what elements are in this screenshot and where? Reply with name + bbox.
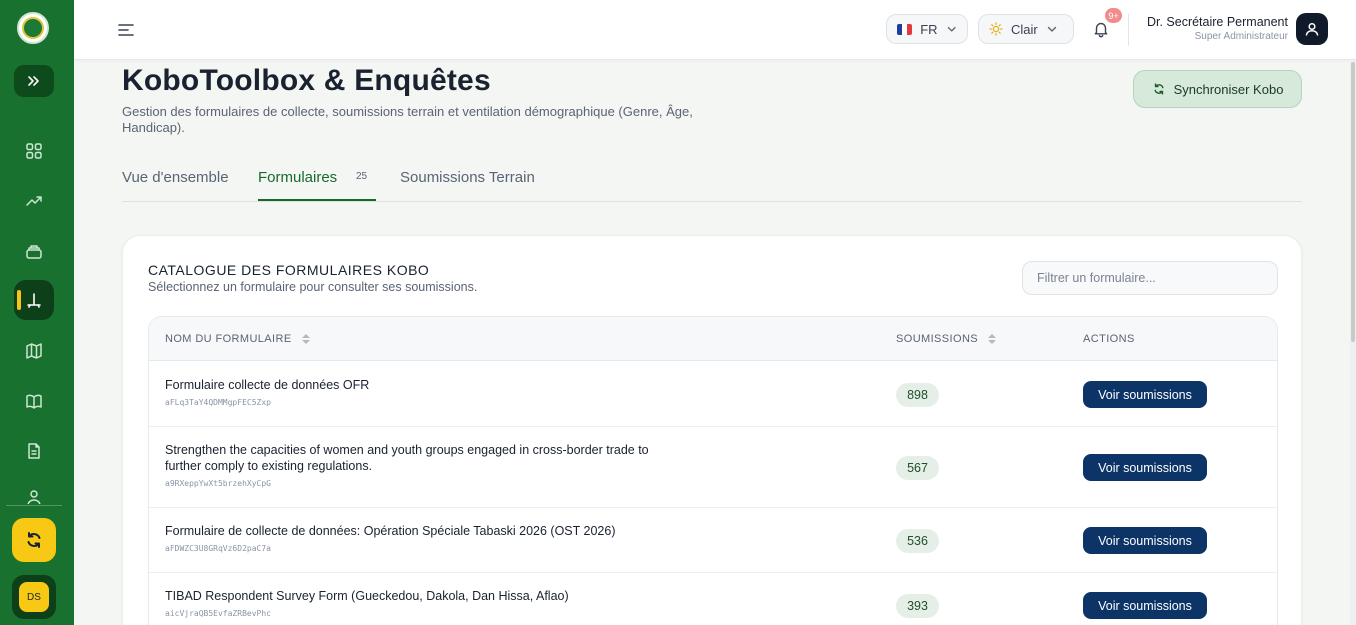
- tab-overview[interactable]: Vue d'ensemble: [122, 169, 229, 186]
- catalog-title: CATALOGUE DES FORMULAIRES KOBO: [148, 262, 430, 278]
- sidebar-sync-button[interactable]: [12, 518, 56, 562]
- sidebar-item-kobo[interactable]: [14, 280, 54, 320]
- user-icon: [1305, 22, 1319, 36]
- submission-count-badge: 393: [896, 594, 939, 618]
- sync-kobo-button[interactable]: Synchroniser Kobo: [1133, 70, 1302, 108]
- antenna-icon: [27, 293, 41, 308]
- sidebar-item-reports[interactable]: [14, 431, 54, 471]
- sidebar-item-archive[interactable]: [14, 231, 54, 271]
- chevron-down-icon: [1047, 26, 1056, 32]
- forms-catalog-card: CATALOGUE DES FORMULAIRES KOBO Sélection…: [122, 235, 1302, 625]
- submission-count-badge: 898: [896, 383, 939, 407]
- user-avatar-button[interactable]: [1296, 13, 1328, 45]
- tab-bar: Vue d'ensemble Formulaires 25 Soumission…: [122, 160, 1302, 202]
- layers-box-icon: [26, 245, 42, 259]
- sun-icon: [989, 22, 1003, 36]
- tab-forms[interactable]: Formulaires: [258, 169, 337, 186]
- language-label: FR: [920, 21, 938, 37]
- user-name: Dr. Secrétaire Permanent: [1146, 15, 1288, 29]
- view-submissions-button[interactable]: Voir soumissions: [1083, 527, 1207, 554]
- form-name: Strengthen the capacities of women and y…: [165, 443, 649, 473]
- table-row: TIBAD Respondent Survey Form (Gueckedou,…: [149, 573, 1277, 625]
- view-submissions-button[interactable]: Voir soumissions: [1083, 454, 1207, 481]
- user-role: Super Administrateur: [1194, 31, 1288, 42]
- topbar: FR Clair 9+ Dr. Secrétaire Permanent Sup…: [74, 0, 1356, 60]
- sidebar-item-library[interactable]: [14, 381, 54, 421]
- column-submissions-label: SOUMISSIONS: [896, 333, 979, 345]
- menu-icon: [118, 24, 134, 36]
- france-flag-icon: [897, 23, 913, 35]
- sidebar-divider: [6, 505, 62, 506]
- bell-icon: [1094, 22, 1108, 38]
- form-id: a9RXeppYwXt5brzehXyCpG: [165, 479, 271, 488]
- table-row: Strengthen the capacities of women and y…: [149, 427, 1277, 508]
- column-header-name[interactable]: NOM DU FORMULAIRE: [165, 333, 310, 345]
- submission-count-badge: 536: [896, 529, 939, 553]
- sidebar-item-dashboard[interactable]: [14, 131, 54, 171]
- page-scrollbar-thumb[interactable]: [1351, 62, 1355, 342]
- page-subtitle: Gestion des formulaires de collecte, sou…: [122, 104, 693, 135]
- sidebar: DS: [0, 0, 74, 625]
- topbar-divider: [1128, 14, 1129, 46]
- document-icon: [28, 443, 40, 459]
- tab-forms-count: 25: [356, 171, 368, 182]
- table-header: NOM DU FORMULAIRE SOUMISSIONS ACTIONS: [149, 317, 1277, 361]
- filter-forms-input[interactable]: [1022, 261, 1278, 295]
- form-id: aFLq3TaY4QDMMgpFEC5Zxp: [165, 398, 271, 407]
- app-logo[interactable]: [17, 12, 49, 44]
- view-submissions-button[interactable]: Voir soumissions: [1083, 592, 1207, 619]
- catalog-subtitle: Sélectionnez un formulaire pour consulte…: [148, 280, 478, 294]
- active-tab-indicator: [258, 199, 376, 201]
- theme-selector[interactable]: Clair: [978, 14, 1074, 44]
- tab-field-submissions[interactable]: Soumissions Terrain: [400, 169, 535, 186]
- expand-sidebar-button[interactable]: [14, 65, 54, 97]
- sidebar-user-avatar[interactable]: DS: [12, 575, 56, 619]
- menu-toggle-button[interactable]: [114, 18, 138, 42]
- column-header-submissions[interactable]: SOUMISSIONS: [896, 333, 997, 345]
- map-icon: [26, 343, 42, 359]
- form-id: aFDWZC3U8GRqVz6D2paC7a: [165, 544, 271, 553]
- sidebar-item-analytics[interactable]: [14, 181, 54, 221]
- column-header-actions: ACTIONS: [1083, 333, 1135, 345]
- double-chevron-right-icon: [28, 76, 39, 86]
- language-selector[interactable]: FR: [886, 14, 968, 44]
- view-submissions-button[interactable]: Voir soumissions: [1083, 381, 1207, 408]
- sort-icon: [301, 334, 310, 344]
- chevron-down-icon: [947, 26, 956, 32]
- forms-table: NOM DU FORMULAIRE SOUMISSIONS ACTIONS Fo…: [148, 316, 1278, 625]
- form-name: Formulaire de collecte de données: Opéra…: [165, 524, 616, 538]
- table-row: Formulaire de collecte de données: Opéra…: [149, 508, 1277, 573]
- users-icon: [27, 490, 41, 504]
- grid-icon: [26, 143, 42, 159]
- form-name: Formulaire collecte de données OFR: [165, 378, 370, 392]
- sync-kobo-label: Synchroniser Kobo: [1173, 81, 1284, 97]
- book-open-icon: [26, 394, 42, 409]
- page-title: KoboToolbox & Enquêtes: [122, 64, 491, 97]
- form-name: TIBAD Respondent Survey Form (Gueckedou,…: [165, 589, 569, 603]
- sidebar-item-map[interactable]: [14, 331, 54, 371]
- column-name-label: NOM DU FORMULAIRE: [165, 333, 292, 345]
- theme-label: Clair: [1011, 21, 1038, 37]
- notifications-badge: 9+: [1105, 8, 1122, 23]
- table-row: Formulaire collecte de données OFR aFLq3…: [149, 362, 1277, 427]
- form-id: aicVjraQB5EvfaZRBevPhc: [165, 609, 271, 618]
- avatar-initials: DS: [19, 582, 49, 612]
- refresh-icon: [1154, 83, 1164, 95]
- column-actions-label: ACTIONS: [1083, 333, 1135, 345]
- submission-count-badge: 567: [896, 456, 939, 480]
- trending-up-icon: [26, 196, 42, 206]
- logo-emblem-icon: [22, 17, 44, 39]
- sidebar-item-users[interactable]: [14, 478, 54, 504]
- sort-icon: [988, 334, 997, 344]
- refresh-icon: [27, 532, 41, 548]
